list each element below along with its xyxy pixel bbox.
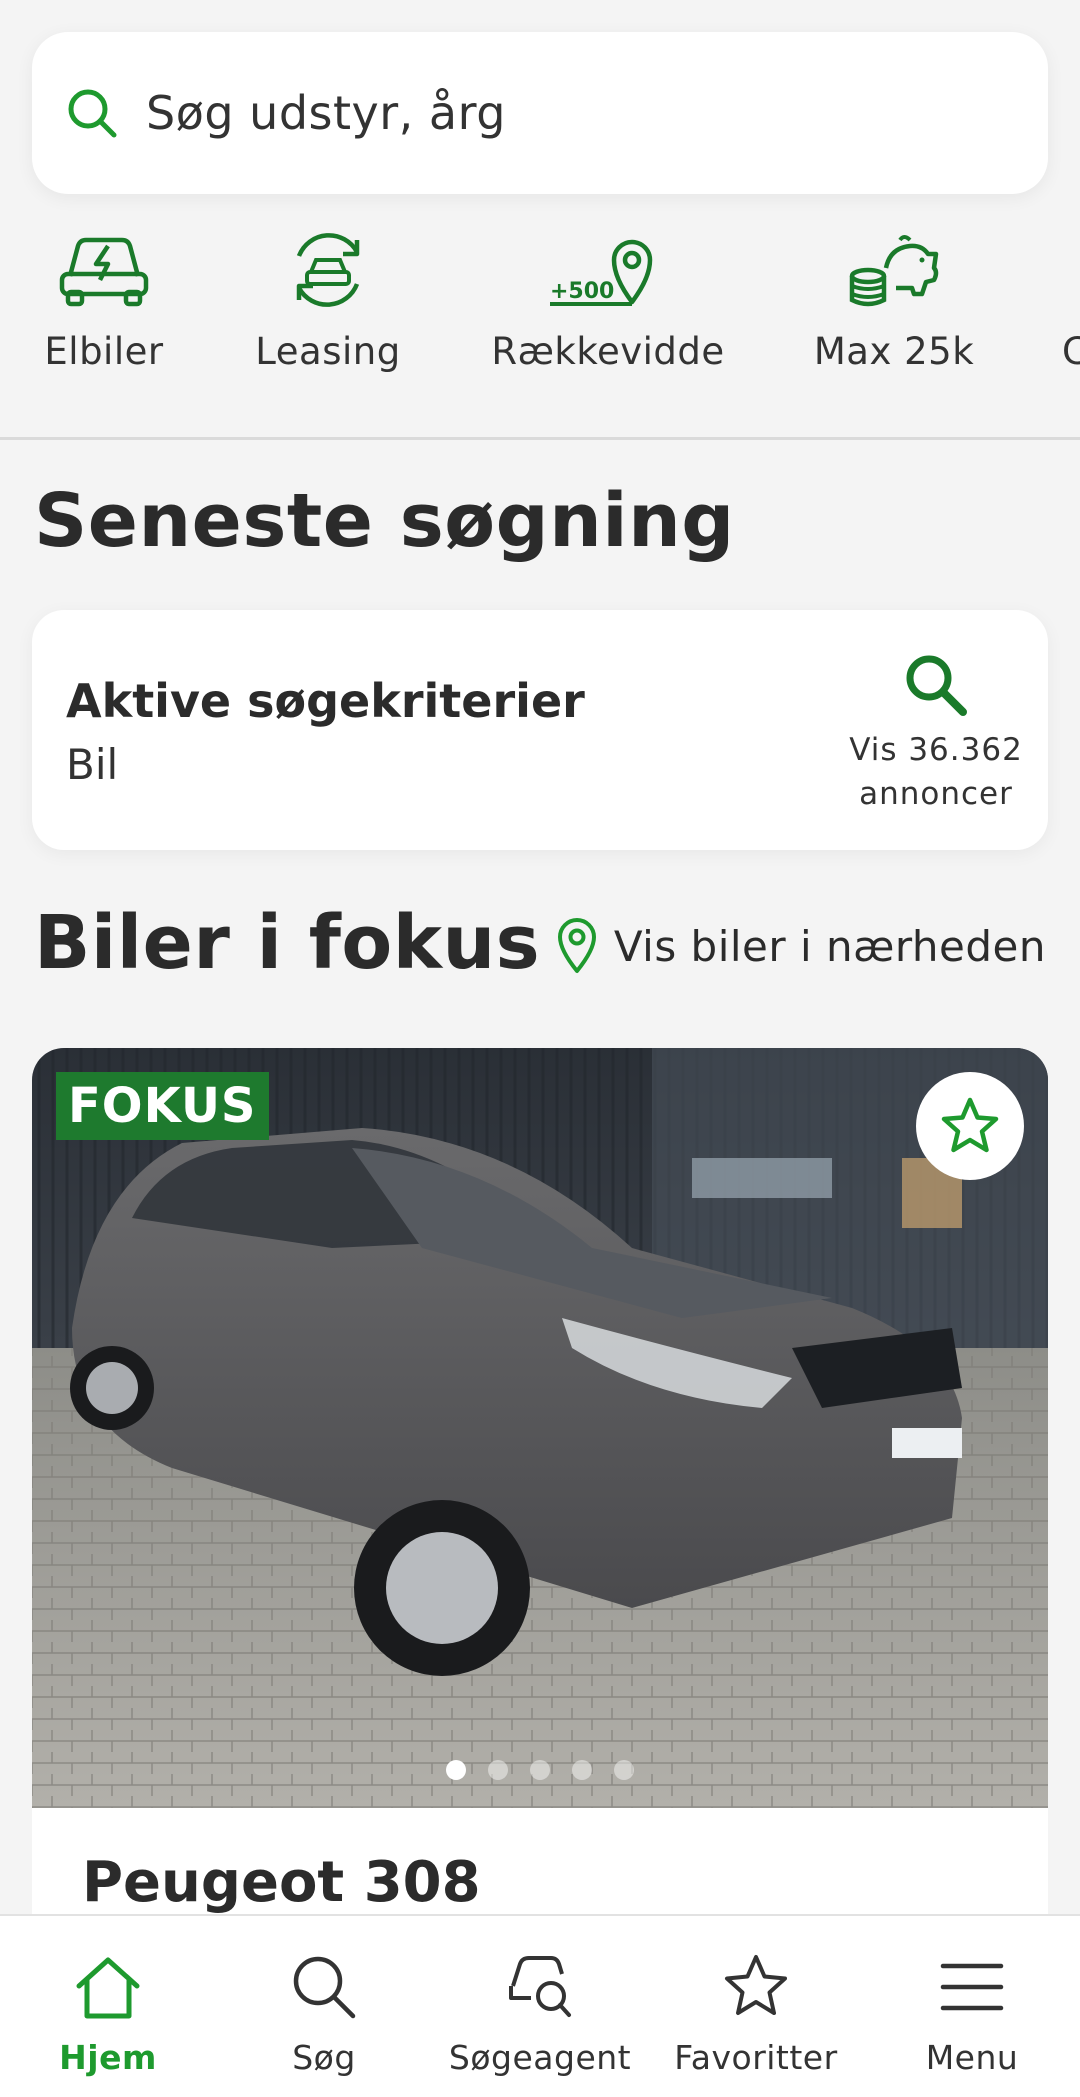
- star-icon: [941, 1097, 999, 1153]
- search-icon: [293, 1956, 356, 2019]
- category-leasing[interactable]: Leasing: [218, 194, 438, 373]
- range-pin-icon: +500: [550, 239, 653, 306]
- category-partial[interactable]: C: [1016, 194, 1080, 373]
- pagination-dot[interactable]: [446, 1760, 466, 1780]
- pagination-dot[interactable]: [614, 1760, 634, 1780]
- search-icon: [906, 655, 967, 716]
- category-max25k[interactable]: Max 25k: [784, 194, 1004, 373]
- category-electric[interactable]: Elbiler: [0, 194, 214, 373]
- electric-car-icon: [59, 237, 149, 307]
- pagination-dot[interactable]: [572, 1760, 592, 1780]
- results-label: annoncer: [859, 776, 1013, 812]
- home-icon: [76, 1957, 140, 2019]
- bottom-navigation: Hjem Søg Søgeagent Favoritter Menu: [0, 1914, 1080, 2097]
- show-results-button[interactable]: Vis 36.362 annoncer: [849, 650, 1022, 816]
- leasing-car-icon: [296, 233, 360, 307]
- category-range[interactable]: +500 Rækkevidde: [491, 194, 724, 373]
- nav-home[interactable]: Hjem: [0, 1916, 216, 2097]
- search-bar[interactable]: Søg udstyr, årg: [32, 32, 1048, 194]
- search-input[interactable]: Søg udstyr, årg: [146, 86, 506, 140]
- nav-menu[interactable]: Menu: [864, 1916, 1080, 2097]
- nav-search[interactable]: Søg: [216, 1916, 432, 2097]
- pagination-dot[interactable]: [530, 1760, 550, 1780]
- car-photo[interactable]: [32, 1048, 1048, 1808]
- active-criteria-value: Bil: [66, 740, 119, 789]
- location-pin-icon: [557, 918, 596, 973]
- piggy-bank-icon: [849, 235, 939, 307]
- top-area: Søg udstyr, årg Elbiler Leasing +500 Ræk…: [0, 0, 1080, 440]
- nearby-cars-label: Vis biler i nærheden: [613, 921, 1046, 971]
- active-search-card[interactable]: Aktive søgekriterier Bil Vis 36.362 anno…: [32, 610, 1048, 850]
- car-title[interactable]: Peugeot 308: [82, 1850, 481, 1915]
- star-icon: [725, 1955, 787, 2015]
- results-count: Vis 36.362: [849, 732, 1023, 768]
- focus-heading: Biler i fokus: [34, 900, 541, 986]
- recent-search-heading: Seneste søgning: [34, 478, 735, 564]
- search-agent-icon: [509, 1956, 571, 2017]
- focus-badge: FOKUS: [56, 1072, 269, 1140]
- nav-favorites[interactable]: Favoritter: [648, 1916, 864, 2097]
- focus-car-card[interactable]: FOKUS Peugeot 308: [32, 1048, 1048, 1968]
- photo-pagination: [32, 1760, 1048, 1780]
- search-icon: [68, 89, 117, 138]
- nav-search-agent[interactable]: Søgeagent: [432, 1916, 648, 2097]
- active-criteria-title: Aktive søgekriterier: [66, 674, 585, 728]
- pagination-dot[interactable]: [488, 1760, 508, 1780]
- category-shortcuts: Elbiler Leasing +500 Rækkevidde Max 25k: [0, 194, 1080, 440]
- favorite-button[interactable]: [916, 1072, 1024, 1180]
- hamburger-menu-icon: [940, 1963, 1004, 2011]
- range-badge-text: +500: [550, 279, 614, 304]
- nearby-cars-link[interactable]: Vis biler i nærheden: [556, 918, 1046, 974]
- focus-header: Biler i fokus Vis biler i nærheden: [0, 900, 1080, 1000]
